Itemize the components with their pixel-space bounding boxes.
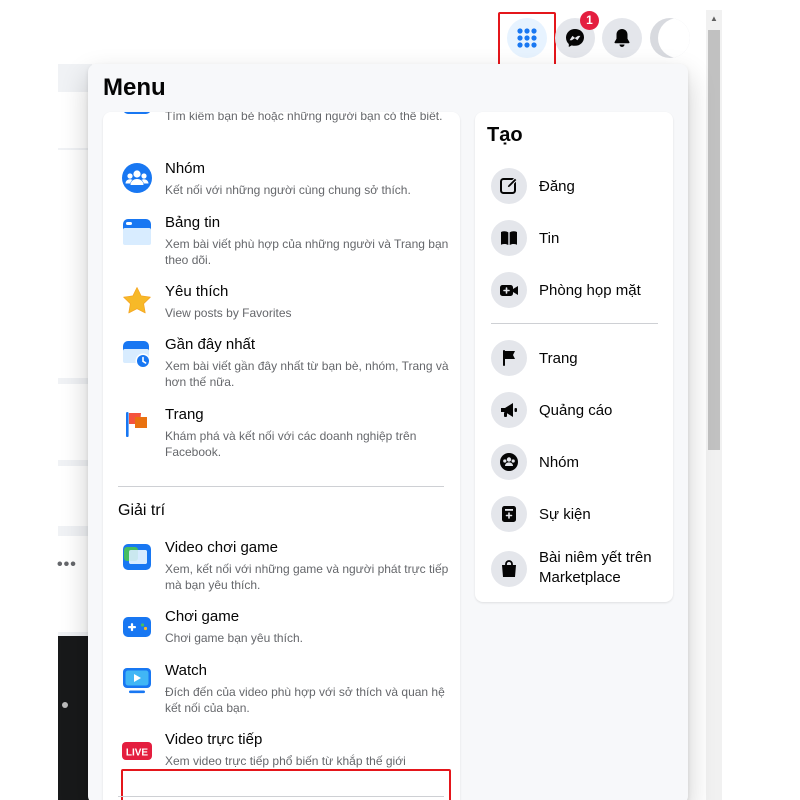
calendar-icon	[502, 506, 516, 522]
menu-item-title: Nhóm	[165, 160, 206, 177]
notifications-button[interactable]	[602, 18, 642, 58]
menu-item-title: Trang	[165, 406, 204, 423]
feed-card	[58, 466, 92, 526]
groups-icon	[122, 163, 152, 193]
feed-card	[58, 536, 92, 632]
messenger-icon	[566, 29, 584, 47]
menu-title: Menu	[103, 74, 166, 101]
menu-item-title: Video trực tiếp	[165, 731, 263, 748]
menu-item-watch[interactable]: Watch Đích đến của video phù hợp với sở …	[121, 662, 451, 718]
create-item-page[interactable]: Trang	[491, 340, 667, 376]
gamepad-icon	[123, 617, 151, 637]
menu-popup: Menu Tìm kiếm bạn bè hoặc những người bạ…	[88, 64, 688, 800]
avatar[interactable]	[650, 18, 690, 58]
live-badge-text: LIVE	[126, 748, 149, 759]
menu-item-title: Bảng tin	[165, 214, 221, 231]
menu-item-live-video[interactable]: LIVE Video trực tiếp Xem video trực tiếp…	[121, 731, 451, 771]
menu-item-desc: Kết nối với những người cùng chung sở th…	[165, 183, 411, 197]
menu-item-find-friends[interactable]: Tìm kiếm bạn bè hoặc những người bạn có …	[121, 112, 451, 148]
scroll-up-arrow-icon[interactable]: ▲	[708, 12, 720, 26]
menu-left-panel: Tìm kiếm bạn bè hoặc những người bạn có …	[103, 112, 460, 800]
news-feed-icon	[123, 219, 151, 245]
menu-item-play-games[interactable]: Chơi game Chơi game bạn yêu thích.	[121, 608, 451, 648]
book-icon	[501, 231, 517, 245]
create-item-marketplace[interactable]: Bài niêm yết trên Marketplace	[491, 548, 667, 590]
menu-item-desc: View posts by Favorites	[165, 306, 292, 320]
recent-clock-icon	[123, 341, 151, 369]
highlight-box-menu	[498, 12, 556, 72]
create-item-event[interactable]: Sự kiện	[491, 496, 667, 532]
megaphone-icon	[501, 403, 517, 417]
scrollbar-thumb[interactable]	[708, 30, 720, 450]
menu-item-desc: Xem bài viết gần đây nhất từ bạn bè, nhó…	[165, 359, 449, 389]
more-options-icon[interactable]: •••	[57, 556, 77, 574]
create-item-label: Phòng họp mặt	[539, 282, 641, 299]
create-item-group[interactable]: Nhóm	[491, 444, 667, 480]
menu-item-news-feed[interactable]: Bảng tin Xem bài viết phù hợp của những …	[121, 214, 451, 270]
live-icon: LIVE	[122, 742, 152, 760]
create-item-label: Trang	[539, 350, 578, 367]
create-item-label: Sự kiện	[539, 506, 591, 523]
create-item-label: Nhóm	[539, 454, 580, 471]
messenger-badge: 1	[580, 11, 599, 30]
menu-item-pages[interactable]: Trang Khám phá và kết nối với các doanh …	[121, 406, 451, 462]
section-title-entertainment: Giải trí	[118, 502, 166, 519]
groups-icon	[500, 453, 518, 471]
create-item-label: Đăng	[539, 178, 575, 195]
menu-item-title: Chơi game	[165, 608, 240, 625]
create-panel: Tạo Đăng Tin Phòng họp mặt Trang Quảng c…	[475, 112, 673, 602]
create-divider	[491, 323, 658, 324]
flag-icon	[126, 412, 147, 437]
menu-item-desc: Khám phá và kết nối với các doanh nghiệp…	[165, 429, 417, 459]
menu-item-groups[interactable]: Nhóm Kết nối với những người cùng chung …	[121, 160, 451, 200]
video-dot	[62, 702, 68, 708]
menu-item-desc: Xem bài viết phù hợp của những người và …	[165, 237, 449, 267]
create-title: Tạo	[487, 124, 523, 146]
menu-item-title: Yêu thích	[165, 283, 229, 300]
create-item-label: Quảng cáo	[539, 402, 613, 419]
star-icon	[123, 287, 151, 314]
feed-card	[58, 384, 92, 460]
create-item-ad[interactable]: Quảng cáo	[491, 392, 667, 428]
menu-item-title: Watch	[165, 662, 207, 679]
video-thumbnail	[58, 636, 92, 800]
create-item-story[interactable]: Tin	[491, 220, 667, 256]
edit-icon	[500, 177, 518, 194]
shopping-bag-icon	[502, 560, 516, 577]
feed-card	[58, 150, 92, 378]
create-item-room[interactable]: Phòng họp mặt	[491, 272, 667, 308]
menu-item-title: Gần đây nhất	[165, 336, 256, 353]
create-item-label: Tin	[539, 230, 560, 247]
feed-card	[58, 92, 92, 148]
friends-icon	[124, 112, 150, 114]
menu-item-desc: Tìm kiếm bạn bè hoặc những người bạn có …	[165, 112, 443, 123]
menu-item-title: Video chơi game	[165, 539, 278, 556]
section-divider	[118, 486, 444, 487]
menu-item-desc: Đích đến của video phù hợp với sở thích …	[165, 685, 445, 715]
menu-item-most-recent[interactable]: Gần đây nhất Xem bài viết gần đây nhất t…	[121, 336, 451, 392]
create-item-post[interactable]: Đăng	[491, 168, 667, 204]
video-room-icon	[500, 285, 518, 296]
menu-item-desc: Xem video trực tiếp phổ biến từ khắp thế…	[165, 754, 406, 768]
create-item-label: Bài niêm yết trên Marketplace	[539, 549, 652, 586]
flag-icon	[503, 350, 515, 366]
menu-item-gaming-video[interactable]: Video chơi game Xem, kết nối với những g…	[121, 539, 451, 595]
menu-item-desc: Chơi game bạn yêu thích.	[165, 631, 303, 645]
bell-icon	[614, 29, 630, 47]
menu-item-desc: Xem, kết nối với những game và người phá…	[165, 562, 449, 592]
watch-icon	[123, 668, 151, 694]
section-divider	[118, 796, 444, 797]
gaming-video-icon	[123, 544, 151, 570]
facebook-menu-screen: ••• ▲ 1 Menu Tìm kiếm bạn bè hoặc những …	[0, 0, 800, 800]
menu-item-favorites[interactable]: Yêu thích View posts by Favorites	[121, 283, 451, 323]
